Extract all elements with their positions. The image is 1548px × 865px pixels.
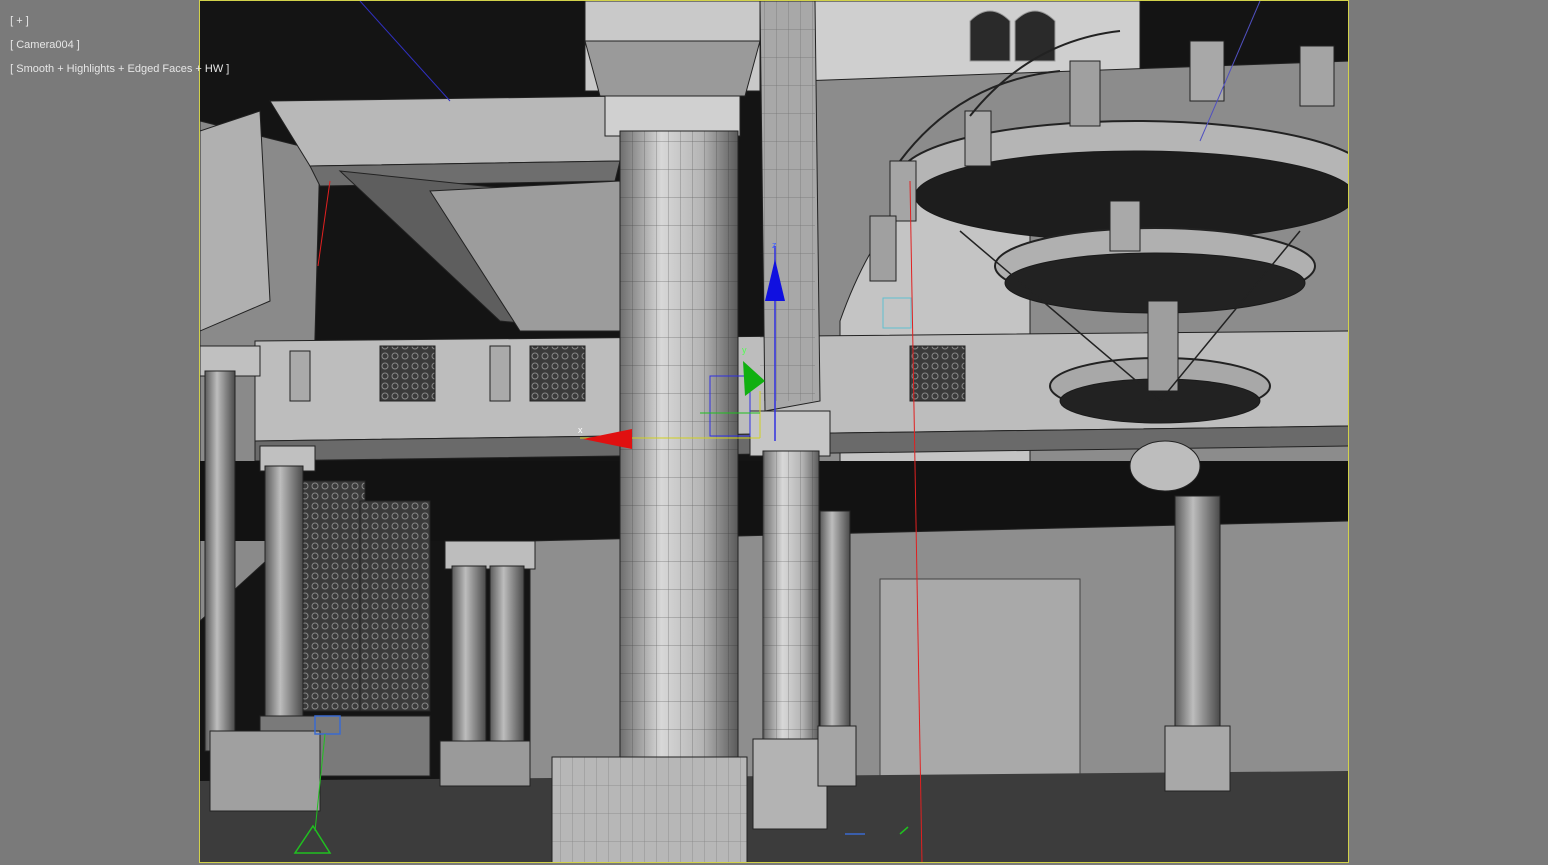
axis-y-label: y: [742, 345, 747, 355]
viewport-3d[interactable]: z x y: [199, 0, 1349, 863]
viewport-shading-button[interactable]: [ Smooth + Highlights + Edged Faces + HW…: [10, 63, 229, 75]
ceiling-beam: [269, 95, 631, 167]
viewport-label: [ + ] [ Camera004 ] [ Smooth + Highlight…: [4, 3, 229, 75]
axis-z-label: z: [772, 240, 777, 250]
viewport-camera-button[interactable]: [ Camera004 ]: [10, 39, 80, 51]
right-column: [1164, 495, 1231, 792]
viewport-menu-button[interactable]: [ + ]: [10, 15, 29, 27]
scene-render: z x y: [200, 1, 1348, 862]
axis-x-label: x: [578, 425, 583, 435]
arch: [200, 110, 271, 332]
